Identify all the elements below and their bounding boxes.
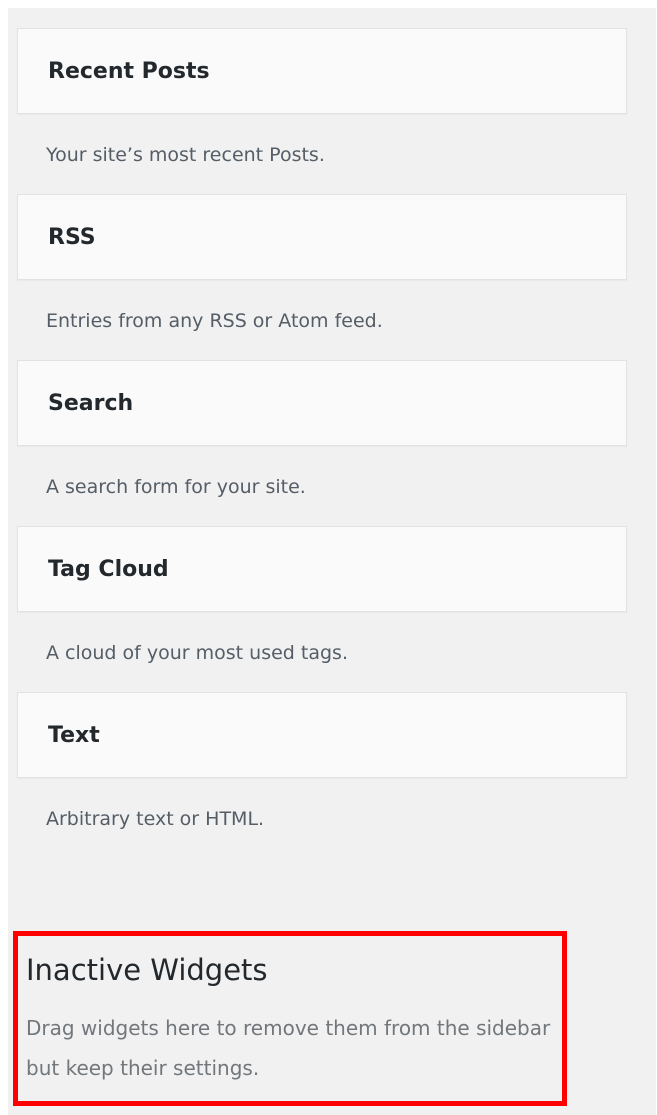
inactive-widgets-title: Inactive Widgets	[26, 953, 268, 987]
widget-title: Recent Posts	[48, 59, 210, 84]
widget-search[interactable]: Search	[17, 360, 627, 446]
inactive-widgets-dropzone[interactable]: Inactive Widgets Drag widgets here to re…	[13, 931, 567, 1106]
widget-description: A search form for your site.	[46, 476, 306, 498]
inactive-widgets-description: Drag widgets here to remove them from th…	[26, 1016, 551, 1080]
widget-rss[interactable]: RSS	[17, 194, 627, 280]
widget-description: Arbitrary text or HTML.	[46, 808, 265, 830]
widget-description: Your site’s most recent Posts.	[46, 144, 325, 166]
widget-recent-posts[interactable]: Recent Posts	[17, 28, 627, 114]
widget-title: RSS	[48, 225, 96, 250]
widget-text[interactable]: Text	[17, 692, 627, 778]
widget-title: Search	[48, 391, 134, 416]
widget-description: A cloud of your most used tags.	[46, 642, 348, 664]
widget-tag-cloud[interactable]: Tag Cloud	[17, 526, 627, 612]
widget-title: Tag Cloud	[48, 557, 169, 582]
widget-description: Entries from any RSS or Atom feed.	[46, 310, 383, 332]
widget-title: Text	[48, 723, 100, 748]
